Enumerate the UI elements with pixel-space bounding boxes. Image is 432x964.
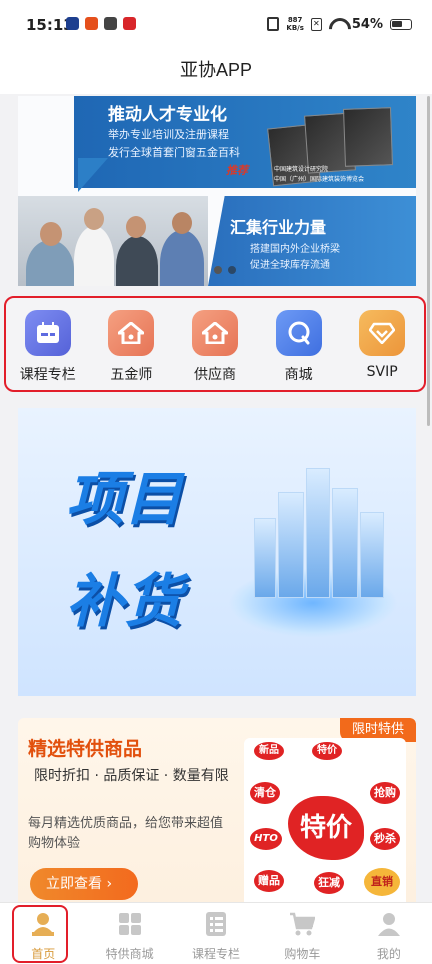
sticker: 清仓 (250, 782, 280, 804)
app-header: 亚协APP (0, 50, 432, 94)
shop-q-icon (275, 310, 322, 356)
vibrate-icon (267, 17, 280, 31)
category-label: 课程专栏 (19, 367, 76, 383)
banner-carousel[interactable]: 推动人才专业化 举办专业培训及注册课程 发行全球首套门窗五金百科 推荐 中国建筑… (18, 96, 416, 286)
sticker: HTO (250, 828, 282, 850)
carousel-dot-active (214, 266, 222, 274)
promo-description: 每月精选优质商品，给您带来超值购物体验 (28, 816, 224, 851)
play-notification-icon (66, 17, 79, 30)
view-now-button[interactable]: 立即查看 › (30, 868, 138, 900)
status-bar: 15:13 887 KB/s ✕ 54% (0, 0, 432, 50)
project-restock-banner[interactable]: 项目 补货 (18, 408, 416, 696)
sticker: 抢购 (370, 782, 400, 804)
grid-icon (118, 913, 141, 935)
building-shape (254, 518, 276, 598)
page-title: 亚协APP (179, 60, 253, 80)
sim-off-icon: ✕ (310, 17, 322, 31)
battery-percent: 54% (351, 16, 383, 32)
banner2-line1: 搭建国内外企业桥梁 (250, 244, 340, 255)
building-shape (360, 512, 384, 598)
sticker: 秒杀 (370, 828, 400, 850)
tab-mine[interactable]: 我的 (346, 903, 432, 964)
carousel-indicator (214, 266, 236, 274)
sticker: 新品 (254, 742, 284, 760)
banner1-recommend: 推荐 (226, 164, 248, 177)
building-shape (332, 488, 358, 598)
network-speed: 887 KB/s (286, 16, 303, 32)
diamond-icon (359, 310, 406, 356)
tab-label: 课程专栏 (192, 947, 241, 961)
banner2-line2: 促进全球库存流通 (250, 260, 330, 271)
battery-icon (390, 18, 412, 30)
promo-tagline: 限时折扣 · 品质保证 · 数量有限 (34, 768, 229, 784)
category-supplier[interactable]: 供应商 (179, 310, 251, 384)
sticker: 赠品 (254, 870, 284, 892)
category-label: SVIP (366, 364, 398, 380)
decorative-triangle (78, 158, 108, 192)
promo-stickers-image: 特价 清仓 抢购 HTO 秒杀 赠品 狂减 直销 新品 特价 (244, 738, 406, 902)
banner2-headline: 汇集行业力量 (230, 218, 327, 237)
tab-cart[interactable]: 购物车 (259, 903, 345, 964)
sticker: 狂减 (314, 872, 344, 894)
home-scroll-area[interactable]: 推动人才专业化 举办专业培训及注册课程 发行全球首套门窗五金百科 推荐 中国建筑… (0, 94, 432, 902)
sticker: 特价 (312, 742, 342, 760)
project-title-line1: 项目 (66, 465, 183, 533)
category-label: 商城 (284, 367, 313, 383)
list-icon (206, 912, 227, 936)
category-label: 供应商 (193, 367, 236, 383)
cart-icon (290, 912, 317, 936)
building-shape (278, 492, 304, 598)
tab-courses[interactable]: 课程专栏 (173, 903, 259, 964)
carousel-dot (228, 266, 236, 274)
house-icon (191, 310, 238, 356)
banner1-small1: 中国建筑设计研究院 (274, 166, 329, 173)
tab-label: 特供商城 (105, 947, 154, 961)
project-title-line2: 补货 (66, 567, 183, 635)
wifi-icon (329, 18, 345, 30)
tab-label: 购物车 (284, 947, 321, 961)
highlight-box (12, 905, 68, 963)
calendar-card-icon (24, 310, 71, 356)
network-speed-unit: KB/s (286, 24, 304, 32)
category-label: 五金师 (110, 367, 153, 383)
tab-special-mall[interactable]: 特供商城 (86, 903, 172, 964)
book-image (343, 107, 393, 167)
chevron-right-icon: › (106, 876, 113, 892)
house-icon (108, 310, 155, 356)
team-photo (18, 196, 208, 286)
view-now-label: 立即查看 (46, 876, 102, 892)
network-speed-value: 887 (287, 16, 303, 24)
sticker: 特价 (288, 796, 364, 860)
mail-notification-icon (104, 17, 117, 30)
banner-slide-talent[interactable]: 推动人才专业化 举办专业培训及注册课程 发行全球首套门窗五金百科 推荐 中国建筑… (74, 96, 416, 188)
category-course[interactable]: 课程专栏 (12, 310, 84, 384)
banner1-line2: 发行全球首套门窗五金百科 (108, 146, 240, 159)
sticker: 直销 (364, 868, 400, 896)
category-mall[interactable]: 商城 (263, 310, 335, 384)
promo-title: 精选特供商品 (28, 738, 143, 760)
category-svip[interactable]: SVIP (346, 310, 418, 380)
tab-label: 我的 (376, 947, 401, 961)
banner1-line1: 举办专业培训及注册课程 (108, 128, 229, 141)
user-icon (377, 913, 400, 936)
banner1-small2: 中国（广州）国际建筑装饰博览会 (274, 176, 365, 183)
building-shape (306, 468, 330, 598)
banner1-headline: 推动人才专业化 (108, 105, 227, 125)
news-notification-icon (123, 17, 136, 30)
category-hardware-master[interactable]: 五金师 (95, 310, 167, 384)
special-offer-card[interactable]: 精选特供商品 限时折扣 · 品质保证 · 数量有限 每月精选优质商品，给您带来超… (18, 718, 416, 902)
category-row: 课程专栏 五金师 供应商 商城 SVIP (4, 296, 426, 392)
bottom-tab-bar: 首页 特供商城 课程专栏 购物车 我的 (0, 902, 432, 964)
app-notification-icon (85, 17, 98, 30)
